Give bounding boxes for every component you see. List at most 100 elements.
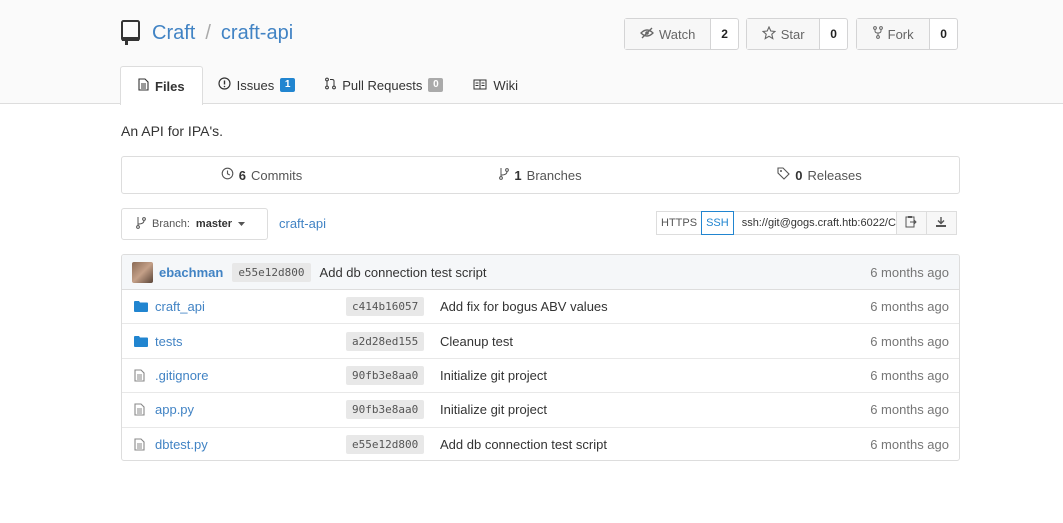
pull-request-icon <box>325 77 337 93</box>
file-commit-time: 6 months ago <box>870 402 949 418</box>
fork-icon <box>872 26 883 42</box>
branch-name: master <box>195 218 232 230</box>
watch-button-group: Watch 2 <box>624 18 739 50</box>
fork-count[interactable]: 0 <box>930 19 957 49</box>
file-commit-sha[interactable]: 90fb3e8aa0 <box>346 400 425 420</box>
file-list: ebachman e55e12d800 Add db connection te… <box>121 254 960 461</box>
folder-icon <box>134 301 148 313</box>
commit-sha-link[interactable]: e55e12d800 <box>232 262 311 282</box>
branches-stat[interactable]: 1 Branches <box>401 157 680 193</box>
file-commit-sha[interactable]: c414b16057 <box>346 297 425 317</box>
file-commit-sha[interactable]: 90fb3e8aa0 <box>346 365 425 385</box>
tag-icon <box>777 167 791 183</box>
commit-time: 6 months ago <box>870 264 949 280</box>
repo-header: Craft / craft-api Watch 2 Star 0 Fork 0 … <box>0 0 1063 105</box>
tab-issues[interactable]: Issues 1 <box>203 66 311 104</box>
file-commit-time: 6 months ago <box>870 299 949 315</box>
file-row: tests a2d28ed155 Cleanup test 6 months a… <box>122 324 959 359</box>
fork-button[interactable]: Fork <box>857 19 931 49</box>
tab-pull-requests[interactable]: Pull Requests 0 <box>310 66 458 104</box>
star-button-group: Star 0 <box>746 18 848 50</box>
tab-pulls-label: Pull Requests <box>342 77 423 93</box>
commit-message: Add db connection test script <box>319 264 487 280</box>
download-button[interactable] <box>925 211 957 235</box>
fork-button-group: Fork 0 <box>856 18 958 50</box>
eye-slash-icon <box>640 27 654 42</box>
star-icon <box>761 25 777 43</box>
branch-prefix: Branch: <box>152 218 190 230</box>
file-commit-message: Add db connection test script <box>440 437 607 453</box>
commit-author-link[interactable]: ebachman <box>159 265 223 280</box>
star-count[interactable]: 0 <box>820 19 847 49</box>
clipboard-icon <box>905 215 917 231</box>
book-icon <box>473 78 487 93</box>
branch-icon <box>136 216 146 232</box>
repo-stats-bar: 6 Commits 1 Branches 0 Releases <box>121 156 960 194</box>
watch-label: Watch <box>658 26 696 42</box>
file-commit-time: 6 months ago <box>870 367 949 383</box>
repo-separator: / <box>205 21 211 44</box>
star-button[interactable]: Star <box>747 19 821 49</box>
https-clone-button[interactable]: HTTPS <box>656 211 703 235</box>
releases-count: 0 <box>795 167 803 183</box>
repo-description: An API for IPA's. <box>121 123 224 139</box>
file-name-link[interactable]: dbtest.py <box>155 437 208 452</box>
file-commit-message: Add fix for bogus ABV values <box>440 299 608 315</box>
tab-wiki[interactable]: Wiki <box>458 66 533 104</box>
branch-selector[interactable]: Branch: master <box>121 208 268 240</box>
file-commit-sha[interactable]: e55e12d800 <box>346 435 425 455</box>
repo-title: Craft / craft-api <box>120 17 293 49</box>
breadcrumb-repo-link[interactable]: craft-api <box>279 216 326 231</box>
file-commit-time: 6 months ago <box>870 333 949 349</box>
file-name-link[interactable]: app.py <box>155 402 194 417</box>
file-row: dbtest.py e55e12d800 Add db connection t… <box>122 428 959 460</box>
branch-icon <box>499 167 510 183</box>
branches-label: Branches <box>526 167 582 183</box>
file-text-icon <box>134 369 145 382</box>
releases-stat[interactable]: 0 Releases <box>680 157 959 193</box>
file-commit-message: Cleanup test <box>440 333 513 349</box>
file-name-link[interactable]: tests <box>155 334 182 349</box>
pulls-count-badge: 0 <box>428 78 444 92</box>
commits-label: Commits <box>250 167 303 183</box>
repo-name-link[interactable]: craft-api <box>221 22 293 45</box>
watch-count[interactable]: 2 <box>711 19 738 49</box>
tab-files-label: Files <box>155 78 185 94</box>
repo-tabs: Files Issues 1 Pull Requests 0 Wiki <box>120 66 533 105</box>
avatar[interactable] <box>132 261 153 283</box>
watch-button[interactable]: Watch <box>625 19 712 49</box>
copy-url-button[interactable] <box>895 211 927 235</box>
fork-label: Fork <box>887 26 914 42</box>
history-icon <box>221 167 234 183</box>
repo-owner-link[interactable]: Craft <box>152 22 195 45</box>
branches-count: 1 <box>514 167 522 183</box>
commits-count: 6 <box>238 167 246 183</box>
file-name-link[interactable]: .gitignore <box>155 368 208 383</box>
file-commit-message: Initialize git project <box>440 402 547 418</box>
clone-panel: HTTPS SSH ssh://git@gogs.craft.htb:6022/… <box>656 211 957 235</box>
latest-commit-bar: ebachman e55e12d800 Add db connection te… <box>122 255 959 290</box>
file-text-icon <box>134 403 145 416</box>
ssh-clone-button[interactable]: SSH <box>701 211 734 235</box>
clone-url-input[interactable]: ssh://git@gogs.craft.htb:6022/Craft/craf… <box>732 211 897 235</box>
file-text-icon <box>138 78 149 94</box>
tab-wiki-label: Wiki <box>493 77 518 93</box>
file-text-icon <box>134 438 145 451</box>
issue-icon <box>218 77 231 93</box>
commits-stat[interactable]: 6 Commits <box>122 157 401 193</box>
folder-icon <box>134 335 148 347</box>
file-name-link[interactable]: craft_api <box>155 299 205 314</box>
tab-issues-label: Issues <box>236 77 275 93</box>
star-label: Star <box>780 26 805 42</box>
file-row: app.py 90fb3e8aa0 Initialize git project… <box>122 393 959 428</box>
download-icon <box>935 216 947 231</box>
tab-files[interactable]: Files <box>120 66 203 105</box>
file-commit-time: 6 months ago <box>870 437 949 453</box>
file-row: .gitignore 90fb3e8aa0 Initialize git pro… <box>122 359 959 394</box>
file-commit-sha[interactable]: a2d28ed155 <box>346 331 425 351</box>
caret-down-icon <box>238 218 245 230</box>
file-commit-message: Initialize git project <box>440 367 547 383</box>
releases-label: Releases <box>807 167 862 183</box>
issues-count-badge: 1 <box>280 78 296 92</box>
file-row: craft_api c414b16057 Add fix for bogus A… <box>122 290 959 325</box>
